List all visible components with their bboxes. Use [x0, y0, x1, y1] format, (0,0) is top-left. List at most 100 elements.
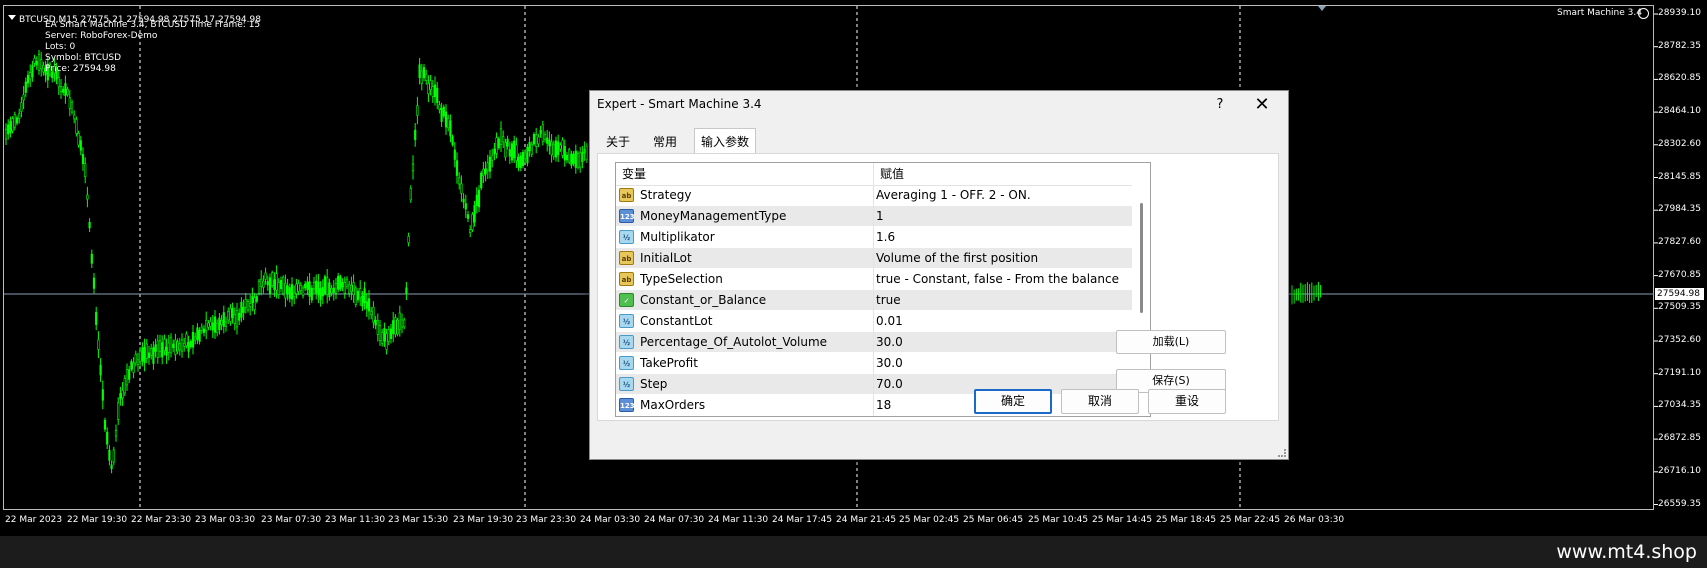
price-axis-label: 28782.35 — [1658, 40, 1701, 51]
load-button[interactable]: 加载(L) — [1116, 330, 1226, 354]
column-header-variable[interactable]: 变量 — [616, 163, 873, 185]
param-value[interactable]: true - Constant, false - From the balanc… — [876, 269, 1119, 290]
candle-body — [108, 449, 111, 461]
ok-button[interactable]: 确定 — [974, 389, 1052, 414]
candle-body — [35, 61, 38, 66]
candle-body — [436, 87, 439, 104]
candle-body — [101, 389, 104, 401]
help-button[interactable]: ? — [1210, 95, 1230, 115]
candle-body — [493, 148, 496, 155]
candle-body — [134, 353, 137, 364]
tab-common[interactable]: 常用 — [646, 131, 684, 153]
scrollbar-thumb[interactable] — [1140, 203, 1143, 313]
candle-body — [563, 146, 566, 161]
table-row[interactable]: ½ Multiplikator 1.6 — [616, 227, 1132, 248]
candle-body — [392, 320, 395, 335]
candle-body — [576, 153, 580, 168]
table-row[interactable]: 123 MaxOrders 18 — [616, 395, 1132, 416]
param-value[interactable]: 70.0 — [876, 374, 903, 395]
table-row[interactable]: ✓ Constant_or_Balance true — [616, 290, 1132, 311]
param-name: InitialLot — [640, 251, 692, 265]
time-axis-label: 25 Mar 18:45 — [1156, 515, 1217, 525]
param-value[interactable]: 30.0 — [876, 332, 903, 353]
watermark-text: www.mt4.shop — [1556, 541, 1697, 563]
candle-body — [559, 144, 562, 150]
candle-body — [156, 340, 159, 358]
param-name: Step — [640, 377, 668, 391]
reset-button[interactable]: 重设 — [1148, 389, 1226, 414]
candle-body — [275, 273, 278, 291]
chart-menu-triangle-icon[interactable] — [8, 15, 16, 20]
candle-body — [473, 205, 476, 223]
candle-body — [73, 114, 76, 120]
chart-shift-marker-icon[interactable] — [1318, 6, 1326, 11]
candle-body — [414, 129, 417, 141]
candle-body — [90, 253, 93, 264]
ea-info-line: Price: 27594.98 — [45, 64, 116, 74]
table-row[interactable]: ½ TakeProfit 30.0 — [616, 353, 1132, 374]
candle-body — [196, 327, 199, 340]
candle-body — [418, 64, 421, 78]
candle-body — [66, 88, 69, 95]
candle-body — [376, 320, 379, 335]
candle-body — [194, 336, 197, 341]
time-axis-label: 22 Mar 19:30 — [67, 515, 128, 525]
table-row[interactable]: ½ Percentage_Of_Autolot_Volume 30.0 — [616, 332, 1132, 353]
table-row[interactable]: ½ Step 70.0 — [616, 374, 1132, 395]
candle-body — [147, 352, 151, 359]
candle-body — [451, 136, 454, 145]
candle-body — [57, 77, 60, 88]
candle-body — [370, 311, 373, 316]
candle-body — [528, 142, 531, 152]
candle-body — [246, 301, 250, 311]
candle-body — [535, 134, 538, 147]
column-header-value[interactable]: 赋值 — [874, 163, 1132, 185]
table-row[interactable]: ab Strategy Averaging 1 - OFF. 2 - ON. — [616, 185, 1132, 206]
candle-body — [227, 311, 230, 321]
candle-body — [548, 139, 551, 147]
parameters-table[interactable]: 变量 赋值 ab Strategy Averaging 1 - OFF. 2 - O… — [615, 162, 1151, 417]
param-value[interactable]: 0.01 — [876, 311, 903, 332]
candle-body — [209, 321, 212, 327]
param-value[interactable]: Volume of the first position — [876, 248, 1038, 269]
param-type-dbl-icon: ½ — [619, 377, 634, 391]
candle-body — [286, 285, 289, 294]
candle-body — [158, 340, 162, 352]
candle-body — [367, 298, 371, 312]
candle-body — [154, 344, 157, 352]
resize-grip[interactable] — [1278, 449, 1286, 457]
candle-body — [253, 297, 256, 310]
tab-about[interactable]: 关于 — [599, 131, 637, 153]
candle-body — [519, 155, 522, 168]
candle-body — [425, 73, 428, 81]
table-row[interactable]: 123 MoneyManagementType 1 — [616, 206, 1132, 227]
time-axis-label: 24 Mar 07:30 — [644, 515, 705, 525]
table-row[interactable]: ab TypeSelection true - Constant, false - … — [616, 269, 1132, 290]
ea-smile-icon[interactable] — [1638, 8, 1649, 19]
cancel-button[interactable]: 取消 — [1061, 389, 1139, 414]
param-value[interactable]: 1 — [876, 206, 884, 227]
candle-body — [13, 114, 16, 128]
candle-body — [310, 287, 313, 301]
candle-body — [365, 301, 368, 309]
param-value[interactable]: 18 — [876, 395, 891, 416]
table-row[interactable]: ab InitialLot Volume of the first position — [616, 248, 1132, 269]
candle-body — [374, 319, 377, 326]
candle-body — [449, 120, 452, 137]
candle-body — [29, 72, 32, 80]
candle-body — [550, 141, 553, 156]
column-separator — [873, 163, 874, 416]
candle-body — [328, 282, 331, 298]
param-value[interactable]: true — [876, 290, 901, 311]
candle-body — [539, 129, 542, 134]
candle-body — [242, 306, 245, 313]
param-value[interactable]: 1.6 — [876, 227, 895, 248]
candle-body — [477, 189, 481, 208]
candle-body — [136, 359, 140, 366]
candle-body — [506, 138, 509, 147]
param-value[interactable]: Averaging 1 - OFF. 2 - ON. — [876, 185, 1031, 206]
tab-inputs[interactable]: 输入参数 — [694, 128, 756, 155]
close-button[interactable]: ✕ — [1250, 95, 1274, 115]
table-row[interactable]: ½ ConstantLot 0.01 — [616, 311, 1132, 332]
param-value[interactable]: 30.0 — [876, 353, 903, 374]
